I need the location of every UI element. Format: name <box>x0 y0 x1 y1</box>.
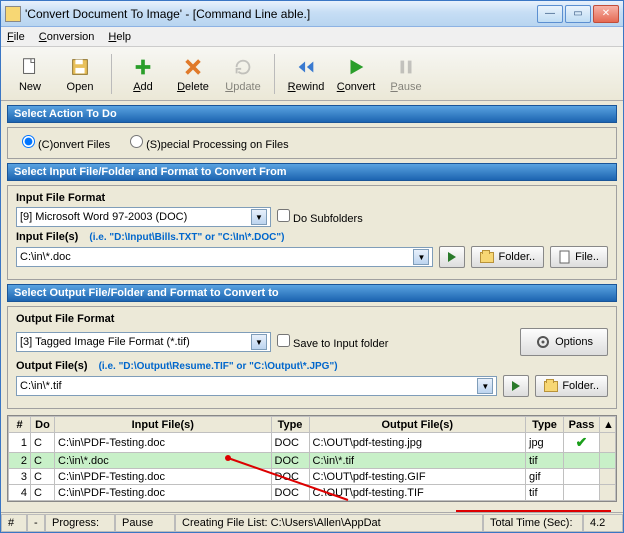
add-button[interactable]: Add <box>120 50 166 98</box>
separator <box>111 54 112 94</box>
task-table: # Do Input File(s) Type Output File(s) T… <box>7 415 617 502</box>
col-type2[interactable]: Type <box>526 417 564 433</box>
rewind-button[interactable]: Rewind <box>283 50 329 98</box>
status-dash: - <box>27 514 45 532</box>
output-files-label: Output File(s) <box>16 360 88 372</box>
section-action: Select Action To Do <box>7 105 617 123</box>
play-icon <box>448 252 456 262</box>
plus-icon <box>131 55 155 79</box>
input-files-combo[interactable]: C:\in\*.doc▼ <box>16 247 433 267</box>
output-files-combo[interactable]: C:\in\*.tif▼ <box>16 376 497 396</box>
status-total-label: Total Time (Sec): <box>483 514 583 532</box>
input-files-label: Input File(s) <box>16 231 78 243</box>
chevron-down-icon: ▼ <box>251 334 267 350</box>
status-progress: Progress: <box>45 514 115 532</box>
input-folder-button[interactable]: Folder.. <box>471 246 544 268</box>
input-files-hint: (i.e. "D:\Input\Bills.TXT" or "C:\In\*.D… <box>89 232 284 243</box>
col-input[interactable]: Input File(s) <box>55 417 272 433</box>
status-creating: Creating File List: C:\Users\Allen\AppDa… <box>175 514 483 532</box>
chevron-down-icon: ▼ <box>413 249 429 265</box>
menu-help[interactable]: Help <box>108 31 131 43</box>
play-icon <box>512 381 520 391</box>
refresh-icon <box>231 55 255 79</box>
scroll-up[interactable]: ▲ <box>600 417 616 433</box>
separator <box>274 54 275 94</box>
statusbar: # - Progress: Pause Creating File List: … <box>1 512 623 532</box>
status-num: # <box>1 514 27 532</box>
save-input-folder-checkbox[interactable]: Save to Input folder <box>277 334 388 350</box>
callout-label: Conversion Task List <box>456 510 611 512</box>
radio-special-processing[interactable]: (S)pecial Processing on Files <box>130 135 288 151</box>
status-pause: Pause <box>115 514 175 532</box>
maximize-button[interactable]: ▭ <box>565 5 591 23</box>
folder-icon <box>544 381 558 392</box>
col-number[interactable]: # <box>9 417 31 433</box>
output-files-hint: (i.e. "D:\Output\Resume.TIF" or "C:\Outp… <box>99 361 338 372</box>
titlebar: 'Convert Document To Image' - [Command L… <box>1 1 623 27</box>
convert-button[interactable]: Convert <box>333 50 379 98</box>
menu-conversion[interactable]: Conversion <box>39 31 95 43</box>
input-format-label: Input File Format <box>16 192 608 204</box>
document-icon <box>18 55 42 79</box>
file-icon <box>559 250 571 264</box>
output-folder-button[interactable]: Folder.. <box>535 375 608 397</box>
new-button[interactable]: New <box>7 50 53 98</box>
col-type1[interactable]: Type <box>271 417 309 433</box>
folder-icon <box>480 252 494 263</box>
table-row[interactable]: 1CC:\in\PDF-Testing.docDOCC:\OUT\pdf-tes… <box>9 433 616 453</box>
pause-icon <box>394 55 418 79</box>
save-icon <box>68 55 92 79</box>
minimize-button[interactable]: — <box>537 5 563 23</box>
toolbar: New Open Add Delete Update Rewind Conver… <box>1 47 623 101</box>
col-output[interactable]: Output File(s) <box>309 417 526 433</box>
rewind-icon <box>294 55 318 79</box>
col-pass[interactable]: Pass <box>564 417 600 433</box>
radio-convert-files[interactable]: (C)onvert Files <box>22 135 110 151</box>
menubar: File Conversion Help <box>1 27 623 47</box>
delete-button[interactable]: Delete <box>170 50 216 98</box>
options-button[interactable]: Options <box>520 328 608 356</box>
tab-select-files[interactable]: Select Files/Folders <box>13 512 152 513</box>
app-icon <box>5 6 21 22</box>
open-button[interactable]: Open <box>57 50 103 98</box>
chevron-down-icon: ▼ <box>477 378 493 394</box>
do-subfolders-checkbox[interactable]: Do Subfolders <box>277 209 363 225</box>
col-do[interactable]: Do <box>31 417 55 433</box>
table-row[interactable]: 3CC:\in\PDF-Testing.docDOCC:\OUT\pdf-tes… <box>9 469 616 485</box>
status-total-time: 4.2 <box>583 514 623 532</box>
go-button[interactable] <box>439 246 465 268</box>
menu-file[interactable]: File <box>7 31 25 43</box>
go-button[interactable] <box>503 375 529 397</box>
input-file-button[interactable]: File.. <box>550 246 608 268</box>
input-format-combo[interactable]: [9] Microsoft Word 97-2003 (DOC)▼ <box>16 207 271 227</box>
tab-log[interactable]: Log <box>158 512 214 513</box>
app-window: 'Convert Document To Image' - [Command L… <box>0 0 624 533</box>
output-format-combo[interactable]: [3] Tagged Image File Format (*.tif)▼ <box>16 332 271 352</box>
close-button[interactable]: ✕ <box>593 5 619 23</box>
window-title: 'Convert Document To Image' - [Command L… <box>25 7 537 21</box>
chevron-down-icon: ▼ <box>251 209 267 225</box>
bottom-tabs: Select Files/Folders Log Conversion Task… <box>7 506 617 512</box>
play-icon <box>344 55 368 79</box>
output-format-label: Output File Format <box>16 313 608 325</box>
pause-button[interactable]: Pause <box>383 50 429 98</box>
table-row[interactable]: 4CC:\in\PDF-Testing.docDOCC:\OUT\pdf-tes… <box>9 485 616 501</box>
x-icon <box>181 55 205 79</box>
section-output: Select Output File/Folder and Format to … <box>7 284 617 302</box>
update-button[interactable]: Update <box>220 50 266 98</box>
table-row[interactable]: 2CC:\in\*.docDOCC:\in\*.tiftif <box>9 453 616 469</box>
gear-icon <box>535 334 551 350</box>
section-input: Select Input File/Folder and Format to C… <box>7 163 617 181</box>
